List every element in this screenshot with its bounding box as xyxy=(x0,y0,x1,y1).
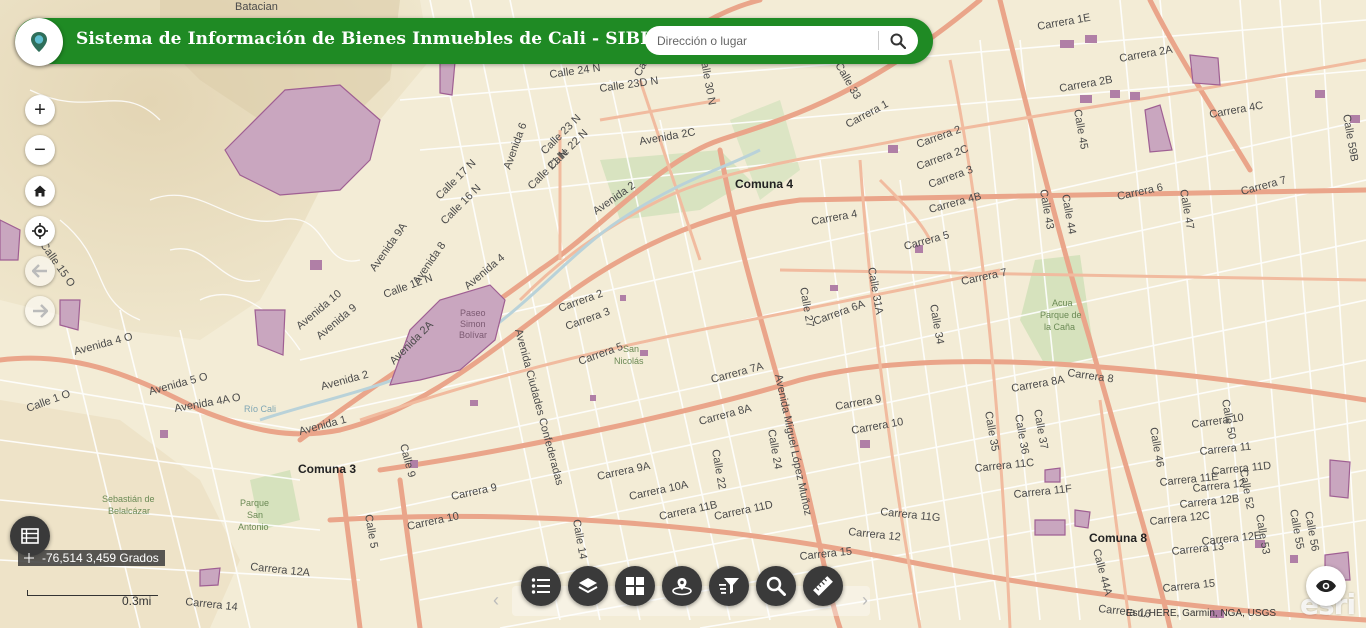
toolbar-prev-icon[interactable]: ‹ xyxy=(493,590,499,611)
search-tool-button[interactable] xyxy=(756,566,796,606)
map-label-poi: Belalcázar xyxy=(108,506,150,516)
arrow-right-icon xyxy=(33,304,48,318)
map-label-poi: San xyxy=(247,510,263,520)
map-label-poi: Antonio xyxy=(238,522,269,532)
map-label-poi: San xyxy=(623,344,639,354)
eye-icon xyxy=(1316,580,1336,592)
scale-label: 0.3mi xyxy=(122,594,152,608)
map-label-poi: Simon xyxy=(460,319,486,329)
toolbar-next-icon[interactable]: › xyxy=(862,590,868,611)
table-icon xyxy=(21,528,39,544)
map-canvas[interactable]: Batacian Comuna 4 Comuna 3 Comuna 8 Pase… xyxy=(0,0,1366,628)
ruler-icon xyxy=(813,576,833,596)
map-marker-icon xyxy=(672,578,692,596)
map-label-poi: Parque xyxy=(240,498,269,508)
home-icon xyxy=(34,185,46,197)
crosshair-icon xyxy=(24,553,34,563)
measure-button[interactable] xyxy=(803,566,843,606)
arrow-left-icon xyxy=(32,264,47,278)
grid-icon xyxy=(626,577,644,595)
search-input[interactable] xyxy=(657,26,872,55)
layers-button[interactable] xyxy=(568,566,608,606)
basemap-gallery-button[interactable] xyxy=(615,566,655,606)
map-label-poi: Acua xyxy=(1052,298,1073,308)
map-label-poi: Paseo xyxy=(460,308,486,318)
map-attribution[interactable]: Esri, HERE, Garmin, NGA, USGS xyxy=(1126,608,1276,619)
locate-icon xyxy=(32,223,48,239)
layers-icon xyxy=(578,578,598,594)
search-icon xyxy=(766,576,786,596)
next-extent-button[interactable] xyxy=(25,296,55,326)
map-pin-icon xyxy=(25,28,53,56)
search-divider xyxy=(878,31,879,50)
map-label-place: Batacian xyxy=(235,1,278,13)
search-icon xyxy=(890,33,906,49)
plus-icon: + xyxy=(34,99,46,121)
map-label-poi: Sebastián de xyxy=(102,494,155,504)
map-label-poi: la Caña xyxy=(1044,322,1075,332)
previous-extent-button[interactable] xyxy=(25,256,55,286)
map-label-comuna: Comuna 3 xyxy=(298,462,356,476)
legend-button[interactable] xyxy=(521,566,561,606)
map-label-comuna: Comuna 8 xyxy=(1089,531,1147,545)
map-label-poi: Nicolás xyxy=(614,356,644,366)
search-button[interactable] xyxy=(885,29,911,52)
map-label-poi: Bolívar xyxy=(459,330,487,340)
filter-icon xyxy=(719,578,739,594)
visibility-toggle-button[interactable] xyxy=(1306,566,1346,606)
minus-icon: − xyxy=(34,139,46,161)
zoom-out-button[interactable]: − xyxy=(25,135,55,165)
filter-button[interactable] xyxy=(709,566,749,606)
map-label-comuna: Comuna 4 xyxy=(735,177,793,191)
coordinates-display[interactable]: -76,514 3,459 Grados xyxy=(18,550,165,566)
home-button[interactable] xyxy=(25,176,55,206)
zoom-in-button[interactable]: + xyxy=(25,95,55,125)
map-label-river: Río Cali xyxy=(244,404,276,414)
locate-button[interactable] xyxy=(25,216,55,246)
app-logo[interactable] xyxy=(15,18,63,66)
app-title: Sistema de Información de Bienes Inmuebl… xyxy=(76,29,676,49)
coordinates-text: -76,514 3,459 Grados xyxy=(42,551,159,565)
list-icon xyxy=(531,578,550,594)
location-button[interactable] xyxy=(662,566,702,606)
map-label-poi: Parque de xyxy=(1040,310,1082,320)
search-box xyxy=(645,26,918,55)
